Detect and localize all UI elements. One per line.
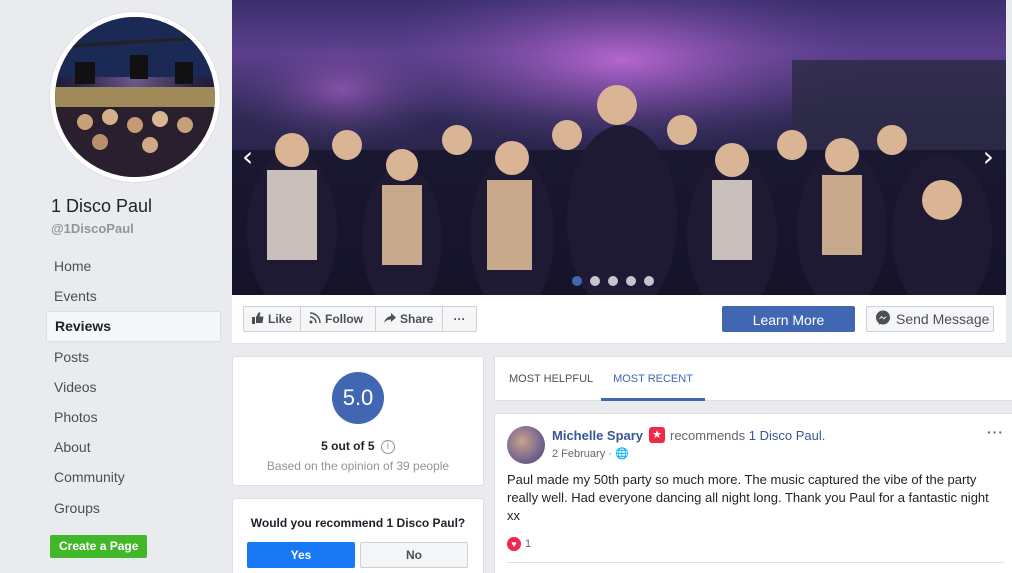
page-nav: Home Events Reviews Posts Videos Photos … (46, 251, 221, 523)
nav-item-videos[interactable]: Videos (46, 372, 221, 402)
review-action: recommends 1 Disco Paul. (670, 428, 825, 443)
rating-summary-card: 5.0 5 out of 5 i Based on the opinion of… (232, 356, 484, 486)
nav-item-events[interactable]: Events (46, 281, 221, 311)
rating-score-badge: 5.0 (332, 372, 384, 424)
more-options-button[interactable]: ··· (442, 306, 477, 332)
carousel-indicators (572, 276, 654, 286)
heart-reaction-icon: ♥ (507, 537, 521, 551)
carousel-dot[interactable] (644, 276, 654, 286)
nav-item-photos[interactable]: Photos (46, 402, 221, 432)
recommendation-star-icon: ★ (649, 427, 665, 443)
left-sidebar: 1 Disco Paul @1DiscoPaul Home Events Rev… (0, 0, 232, 573)
nav-item-reviews[interactable]: Reviews (46, 311, 221, 342)
share-button[interactable]: Share (375, 306, 443, 332)
send-message-label: Send Message (896, 311, 990, 327)
create-page-button[interactable]: Create a Page (50, 535, 148, 558)
review-action-verb: recommends (670, 428, 746, 443)
divider (507, 562, 1004, 563)
like-label: Like (268, 312, 293, 326)
learn-more-button[interactable]: Learn More (722, 306, 855, 332)
rating-out-of: 5 out of 5 i (233, 439, 483, 454)
follow-label: Follow (325, 312, 363, 326)
follow-button[interactable]: Follow (300, 306, 376, 332)
page-name[interactable]: 1 Disco Paul (51, 196, 152, 217)
recommend-card: Would you recommend 1 Disco Paul? Yes No (232, 498, 484, 573)
info-icon[interactable]: i (380, 439, 395, 454)
nav-item-home[interactable]: Home (46, 251, 221, 281)
tab-most-helpful[interactable]: MOST HELPFUL (509, 357, 593, 401)
carousel-prev-icon[interactable]: ‹ (242, 140, 253, 173)
share-label: Share (400, 312, 434, 326)
carousel-next-icon[interactable]: › (983, 140, 994, 173)
like-button[interactable]: Like (243, 306, 301, 332)
review-text: Paul made my 50th party so much more. Th… (507, 472, 989, 523)
page-action-bar: Like Follow Share ··· Learn More Send Me… (232, 295, 1006, 344)
thumbs-up-icon (252, 311, 264, 327)
profile-picture[interactable] (55, 17, 215, 177)
review-options-icon[interactable]: ··· (987, 424, 1004, 440)
send-message-button[interactable]: Send Message (866, 306, 994, 332)
carousel-dot[interactable] (608, 276, 618, 286)
review-sort-tabs: MOST HELPFUL MOST RECENT (494, 356, 1012, 401)
cover-photo-carousel[interactable]: ‹ › (232, 0, 1006, 295)
carousel-dot[interactable] (572, 276, 582, 286)
nav-item-community[interactable]: Community (46, 462, 221, 492)
review-reactions[interactable]: ♥ 1 (507, 537, 531, 551)
page-handle[interactable]: @1DiscoPaul (51, 221, 134, 236)
carousel-dot[interactable] (590, 276, 600, 286)
rating-out-of-text: 5 out of 5 (321, 439, 375, 453)
reviewer-name[interactable]: Michelle Spary (552, 428, 643, 443)
tab-most-recent[interactable]: MOST RECENT (601, 357, 705, 401)
reviewed-page-link[interactable]: 1 Disco Paul. (749, 428, 826, 443)
recommend-yes-button[interactable]: Yes (247, 542, 355, 568)
nav-item-about[interactable]: About (46, 432, 221, 462)
review-post: Michelle Spary ★ recommends 1 Disco Paul… (494, 413, 1012, 573)
reaction-count: 1 (525, 538, 532, 550)
carousel-dot[interactable] (626, 276, 636, 286)
messenger-icon (875, 310, 891, 329)
nav-item-posts[interactable]: Posts (46, 342, 221, 372)
profile-picture-frame[interactable] (50, 12, 220, 182)
recommend-no-button[interactable]: No (360, 542, 468, 568)
rating-basis-text: Based on the opinion of 39 people (266, 459, 450, 473)
rss-icon (309, 311, 321, 327)
reviewer-avatar[interactable] (507, 426, 545, 464)
recommend-question: Would you recommend 1 Disco Paul? (250, 516, 466, 530)
share-arrow-icon (384, 312, 396, 327)
cover-photo (232, 0, 1006, 295)
nav-item-groups[interactable]: Groups (46, 493, 221, 523)
review-date[interactable]: 2 February · 🌐 (552, 447, 629, 460)
